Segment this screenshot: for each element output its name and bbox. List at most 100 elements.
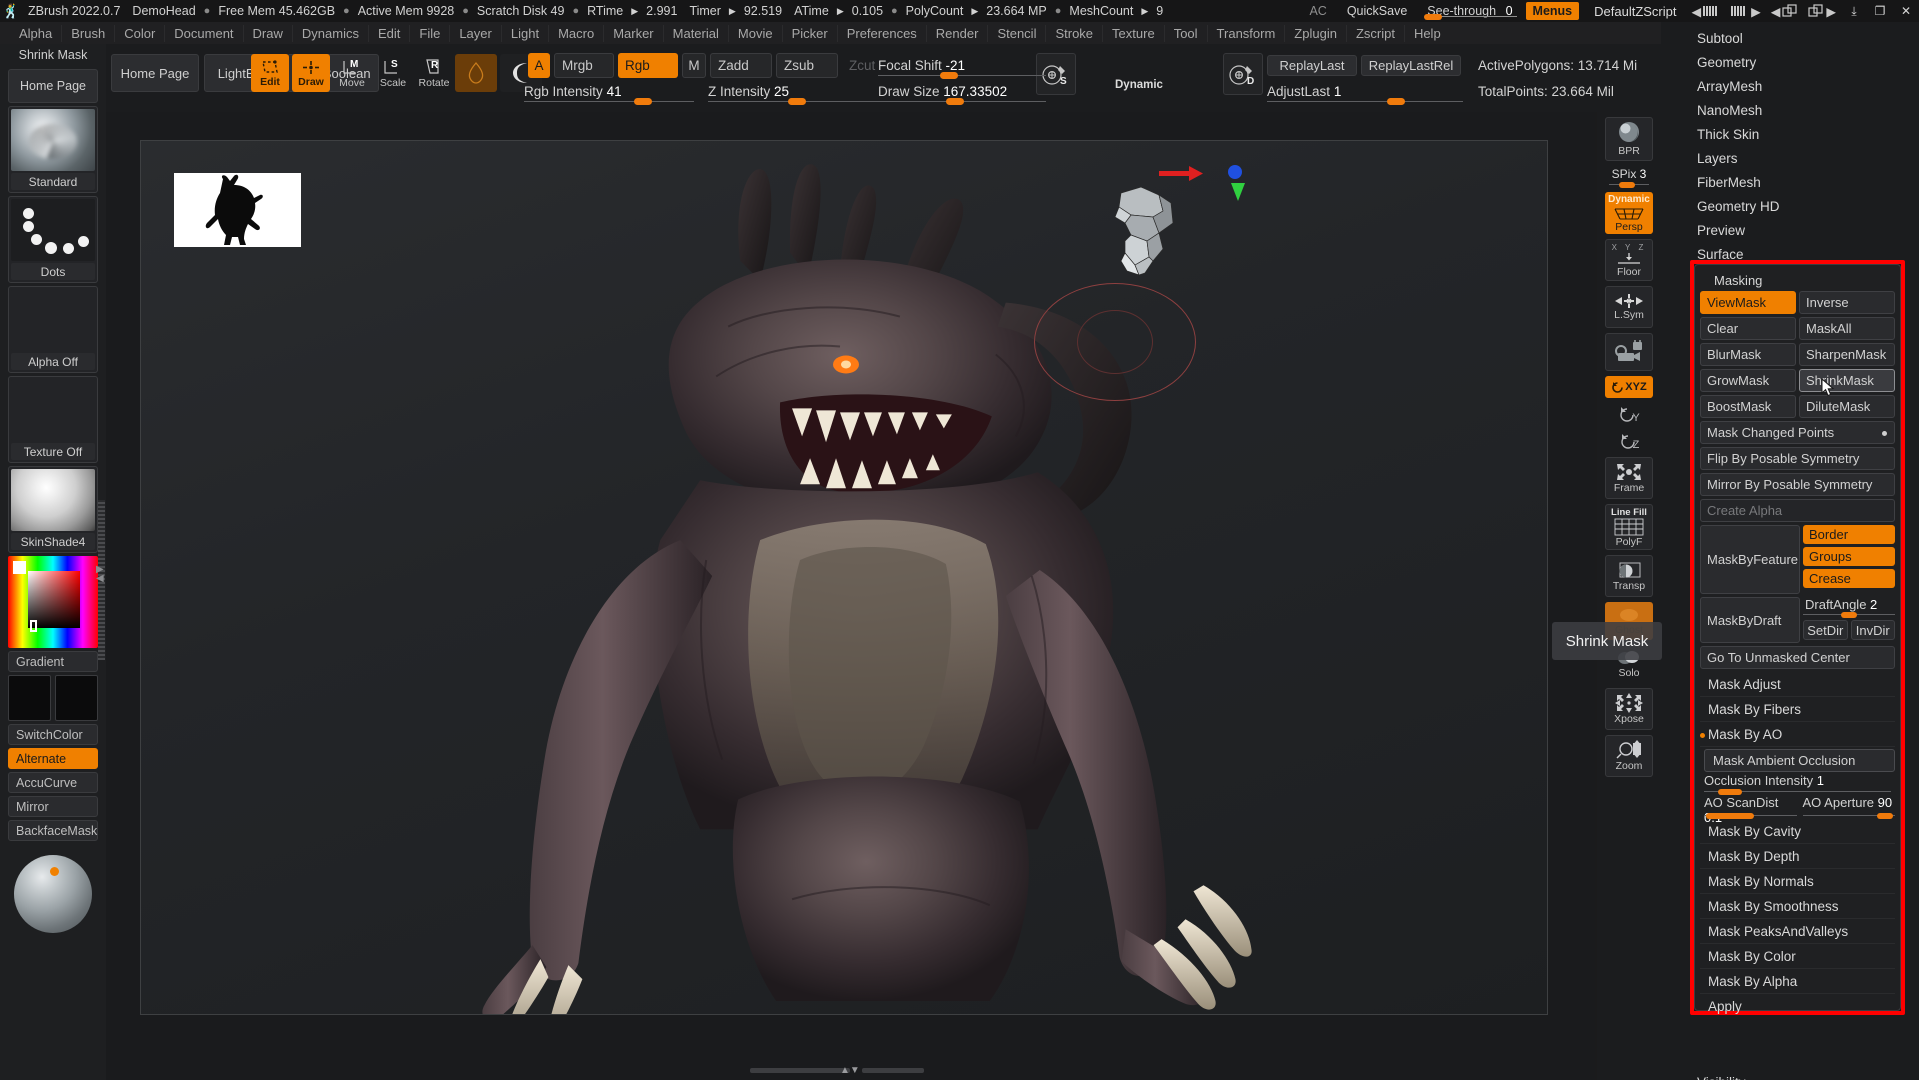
replay-last-rel-button[interactable]: ReplayLastRel — [1361, 55, 1461, 76]
frame-button[interactable]: Frame — [1605, 457, 1653, 499]
subtool-next-icon[interactable]: ▶ — [1803, 4, 1841, 19]
focal-shift-knob[interactable] — [940, 72, 958, 79]
see-through-slider[interactable]: See-through 0 — [1421, 4, 1520, 20]
menu-item-zscript[interactable]: Zscript — [1347, 24, 1405, 42]
palette-item-thick-skin[interactable]: Thick Skin — [1661, 122, 1919, 146]
mirror-button[interactable]: Mirror — [8, 796, 98, 817]
color-swatch-pair[interactable] — [8, 675, 98, 721]
flip-by-posable-symmetry-button[interactable]: Flip By Posable Symmetry — [1700, 447, 1895, 470]
local-symmetry-button[interactable]: L.Sym — [1605, 286, 1653, 328]
play-icon[interactable]: ▶ — [727, 6, 738, 17]
draw-button[interactable]: Draw — [292, 54, 330, 92]
m-mode-button[interactable]: M — [682, 53, 706, 78]
scroll-caret-icon[interactable]: ▲▼ — [840, 1065, 860, 1076]
menu-item-preferences[interactable]: Preferences — [838, 24, 927, 42]
rgb-intensity-slider[interactable]: Rgb Intensity 41 — [524, 84, 694, 105]
transparency-button[interactable]: Transp — [1605, 555, 1653, 597]
menu-item-texture[interactable]: Texture — [1103, 24, 1165, 42]
xpose-button[interactable]: Xpose — [1605, 688, 1653, 730]
persp-button[interactable]: Dynamic Persp — [1605, 192, 1653, 234]
draw-size-knob[interactable] — [946, 98, 964, 105]
scrollbar-thumb-left[interactable] — [750, 1068, 850, 1073]
material-preview-sphere[interactable] — [14, 855, 92, 933]
menu-item-help[interactable]: Help — [1405, 25, 1450, 42]
play-icon[interactable]: ▶ — [835, 6, 846, 17]
apply-button[interactable]: Apply — [1700, 994, 1895, 1019]
focal-shift-slider[interactable]: Focal Shift -21 — [878, 58, 1046, 79]
menu-item-alpha[interactable]: Alpha — [10, 24, 63, 42]
go-to-unmasked-center-button[interactable]: Go To Unmasked Center — [1700, 646, 1895, 669]
primary-color-swatch[interactable] — [8, 675, 51, 721]
menu-item-draw[interactable]: Draw — [244, 24, 293, 42]
scale-button[interactable]: S Scale — [374, 54, 412, 92]
accucurve-button[interactable]: AccuCurve — [8, 772, 98, 793]
z-intensity-slider[interactable]: Z Intensity 25 — [708, 84, 878, 105]
maskall-button[interactable]: MaskAll — [1799, 317, 1895, 340]
menu-item-movie[interactable]: Movie — [729, 24, 783, 42]
palette-item-nanomesh[interactable]: NanoMesh — [1661, 98, 1919, 122]
zadd-mode-button[interactable]: Zadd — [710, 53, 772, 78]
model-thumbnail-preview[interactable] — [174, 173, 301, 247]
color-picker[interactable] — [8, 556, 98, 648]
mrgb-mode-button[interactable]: Mrgb — [554, 53, 614, 78]
dilutemask-button[interactable]: DiluteMask — [1799, 395, 1895, 418]
shrinkmask-button[interactable]: ShrinkMask — [1799, 369, 1895, 392]
color-picker-gradient[interactable] — [27, 570, 80, 628]
mask-ambient-occlusion-button[interactable]: Mask Ambient Occlusion — [1704, 749, 1895, 772]
stroke-swatch[interactable]: Dots — [8, 196, 98, 283]
maskbyfeature-groups-button[interactable]: Groups — [1803, 547, 1895, 566]
menu-item-render[interactable]: Render — [927, 24, 989, 42]
mask-by-fibers-section[interactable]: Mask By Fibers — [1700, 697, 1895, 722]
ac-button[interactable]: AC — [1303, 4, 1332, 18]
texture-swatch[interactable]: Texture Off — [8, 376, 98, 463]
palette-item-preview[interactable]: Preview — [1661, 218, 1919, 242]
clear-button[interactable]: Clear — [1700, 317, 1796, 340]
polyframe-button[interactable]: Line Fill PolyF — [1605, 504, 1653, 550]
draw-size-slider[interactable]: Draw Size 167.33502 — [878, 84, 1046, 105]
draw-picker-button[interactable]: D — [1223, 53, 1263, 95]
play-icon[interactable]: ▶ — [1139, 6, 1150, 17]
palette-item-fibermesh[interactable]: FiberMesh — [1661, 170, 1919, 194]
draft-angle-slider[interactable]: DraftAngle 2 — [1803, 597, 1895, 618]
menu-item-marker[interactable]: Marker — [604, 24, 664, 42]
xyz-rotate-button[interactable]: XYZ — [1605, 376, 1653, 398]
menu-item-stencil[interactable]: Stencil — [988, 24, 1047, 42]
menu-item-macro[interactable]: Macro — [549, 24, 605, 42]
alternate-button[interactable]: Alternate — [8, 748, 98, 769]
rgb-mode-button[interactable]: Rgb — [618, 53, 678, 78]
viewmask-button[interactable]: ViewMask — [1700, 291, 1796, 314]
z-intensity-knob[interactable] — [788, 98, 806, 105]
palette-item-visibility[interactable]: Visibility — [1661, 1070, 1919, 1080]
close-button[interactable]: ✕ — [1893, 0, 1919, 22]
canvas-horizontal-scrollbar[interactable]: ▲▼ — [140, 1064, 1548, 1076]
rgb-intensity-knob[interactable] — [634, 98, 652, 105]
mask-by-alpha-section[interactable]: Mask By Alpha — [1700, 969, 1895, 994]
document-viewport[interactable] — [140, 140, 1548, 1015]
blurmask-button[interactable]: BlurMask — [1700, 343, 1796, 366]
lock-camera-button[interactable] — [1605, 333, 1653, 371]
lowpoly-head-reference[interactable] — [1101, 183, 1187, 279]
menu-item-light[interactable]: Light — [502, 24, 550, 42]
gradient-button[interactable]: Gradient — [8, 651, 98, 672]
material-swatch[interactable]: SkinShade4 — [8, 466, 98, 553]
mask-by-color-section[interactable]: Mask By Color — [1700, 944, 1895, 969]
adjust-last-slider[interactable]: AdjustLast 1 — [1267, 84, 1463, 105]
alpha-mode-button[interactable]: A — [528, 53, 550, 78]
mask-peaks-and-valleys-section[interactable]: Mask PeaksAndValleys — [1700, 919, 1895, 944]
minimize-button[interactable]: ⤓ — [1841, 0, 1867, 22]
menu-item-transform[interactable]: Transform — [1208, 24, 1286, 42]
spix-slider[interactable]: SPix 3 — [1603, 167, 1655, 188]
boostmask-button[interactable]: BoostMask — [1700, 395, 1796, 418]
rotate-button[interactable]: R Rotate — [415, 54, 453, 92]
palette-item-geometry-hd[interactable]: Geometry HD — [1661, 194, 1919, 218]
menu-item-document[interactable]: Document — [165, 24, 244, 42]
setdir-button[interactable]: SetDir — [1803, 620, 1848, 640]
zscript-next-icon[interactable]: ▶ — [1726, 4, 1766, 19]
draft-angle-knob[interactable] — [1841, 612, 1857, 618]
dynamic-toggle[interactable]: Dynamic — [1115, 79, 1163, 91]
mask-by-normals-section[interactable]: Mask By Normals — [1700, 869, 1895, 894]
palette-item-geometry[interactable]: Geometry — [1661, 50, 1919, 74]
zsub-mode-button[interactable]: Zsub — [776, 53, 838, 78]
color-picker-secondary-marker[interactable] — [29, 620, 37, 633]
see-through-knob[interactable] — [1424, 14, 1443, 20]
